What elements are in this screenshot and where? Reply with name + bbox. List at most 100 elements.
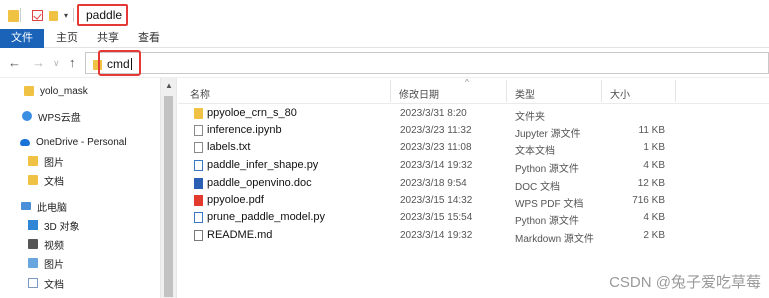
column-divider[interactable] bbox=[601, 80, 602, 102]
new-folder-icon[interactable] bbox=[49, 11, 58, 21]
word-file-icon bbox=[194, 178, 203, 189]
file-type: Jupyter 源文件 bbox=[515, 129, 581, 140]
sidebar-item-onedrive-documents[interactable]: 文档 bbox=[28, 171, 64, 189]
pictures-icon bbox=[28, 258, 38, 268]
address-bar[interactable] bbox=[85, 52, 769, 74]
folder-icon bbox=[28, 156, 38, 166]
file-type: Markdown 源文件 bbox=[515, 234, 594, 245]
file-size: 11 KB bbox=[638, 125, 666, 136]
sidebar-item-3d-objects[interactable]: 3D 对象 bbox=[28, 216, 80, 234]
folder-icon bbox=[28, 175, 38, 185]
file-type: Python 源文件 bbox=[515, 216, 579, 227]
toolbar-separator bbox=[73, 8, 74, 22]
sidebar-item-onedrive-pictures[interactable]: 图片 bbox=[28, 152, 64, 170]
file-type: DOC 文档 bbox=[515, 182, 560, 193]
file-row[interactable]: inference.ipynb 2023/3/23 11:32 Jupyter … bbox=[178, 123, 769, 140]
file-size: 4 KB bbox=[643, 212, 665, 223]
file-name: paddle_infer_shape.py bbox=[207, 159, 319, 171]
file-date: 2023/3/15 15:54 bbox=[400, 212, 473, 223]
file-row[interactable]: prune_paddle_model.py 2023/3/15 15:54 Py… bbox=[178, 210, 769, 227]
sidebar-item-documents[interactable]: 文档 bbox=[28, 274, 64, 292]
sidebar-item-label: 文档 bbox=[44, 176, 64, 188]
sidebar-item-label: 此电脑 bbox=[37, 202, 67, 214]
file-row[interactable]: labels.txt 2023/3/23 11:08 文本文档 1 KB bbox=[178, 140, 769, 157]
sidebar-item-label: yolo_mask bbox=[40, 85, 88, 97]
sidebar-item-label: 3D 对象 bbox=[44, 221, 80, 233]
sidebar-item-label: OneDrive - Personal bbox=[36, 136, 127, 148]
column-header-name[interactable]: 名称 bbox=[190, 86, 210, 101]
file-type: 文本文档 bbox=[515, 146, 555, 157]
column-header-type[interactable]: 类型 bbox=[515, 86, 535, 101]
file-name: prune_paddle_model.py bbox=[207, 211, 326, 223]
pdf-file-icon bbox=[194, 195, 203, 206]
tab-home[interactable]: 主页 bbox=[52, 29, 82, 48]
forward-arrow-icon[interactable]: → bbox=[32, 55, 45, 70]
scroll-up-arrow-icon[interactable]: ▲ bbox=[165, 81, 173, 90]
sidebar-item-label: WPS云盘 bbox=[38, 112, 81, 124]
file-row[interactable]: README.md 2023/3/14 19:32 Markdown 源文件 2… bbox=[178, 228, 769, 245]
column-divider[interactable] bbox=[675, 80, 676, 102]
file-date: 2023/3/15 14:32 bbox=[400, 195, 473, 206]
onedrive-icon bbox=[20, 138, 30, 146]
recent-locations-chevron-icon[interactable]: ∨ bbox=[53, 58, 60, 69]
wps-cloud-icon bbox=[22, 111, 32, 121]
title-bar: ▾ paddle bbox=[0, 0, 769, 30]
up-arrow-icon[interactable]: ↑ bbox=[69, 55, 76, 70]
column-header-date[interactable]: 修改日期 bbox=[399, 86, 439, 101]
file-type: WPS PDF 文档 bbox=[515, 199, 584, 210]
file-name: ppyoloe_crn_s_80 bbox=[207, 107, 297, 119]
navigation-pane: yolo_mask WPS云盘 OneDrive - Personal 图片 文… bbox=[0, 78, 175, 298]
file-name: labels.txt bbox=[207, 141, 251, 153]
notebook-file-icon bbox=[194, 125, 203, 136]
column-divider[interactable] bbox=[506, 80, 507, 102]
sidebar-item-pictures[interactable]: 图片 bbox=[28, 254, 64, 272]
properties-check-icon[interactable] bbox=[32, 10, 43, 21]
file-row[interactable]: ppyoloe_crn_s_80 2023/3/31 8:20 文件夹 bbox=[178, 106, 769, 123]
tab-view[interactable]: 查看 bbox=[134, 29, 164, 48]
address-input-value: cmd bbox=[107, 57, 130, 71]
toolbar-separator bbox=[20, 8, 21, 22]
address-input[interactable]: cmd bbox=[107, 57, 132, 71]
column-divider[interactable] bbox=[390, 80, 391, 102]
python-file-icon bbox=[194, 212, 203, 223]
file-row[interactable]: paddle_infer_shape.py 2023/3/14 19:32 Py… bbox=[178, 158, 769, 175]
sidebar-item-label: 图片 bbox=[44, 157, 64, 169]
back-arrow-icon[interactable]: ← bbox=[8, 55, 21, 70]
pc-icon bbox=[21, 202, 31, 210]
file-date: 2023/3/14 19:32 bbox=[400, 230, 473, 241]
file-size: 2 KB bbox=[643, 230, 665, 241]
scrollbar-thumb[interactable] bbox=[164, 96, 173, 297]
file-name: README.md bbox=[207, 229, 273, 241]
python-file-icon bbox=[194, 160, 203, 171]
quick-access-dropdown-icon[interactable]: ▾ bbox=[64, 11, 68, 20]
file-name: ppyoloe.pdf bbox=[207, 194, 264, 206]
folder-icon bbox=[194, 108, 203, 119]
documents-icon bbox=[28, 278, 38, 288]
sidebar-item-this-pc[interactable]: 此电脑 bbox=[21, 197, 67, 215]
file-row[interactable]: paddle_openvino.doc 2023/3/18 9:54 DOC 文… bbox=[178, 176, 769, 193]
tab-share[interactable]: 共享 bbox=[93, 29, 123, 48]
window-title: paddle bbox=[86, 8, 123, 22]
sidebar-item-videos[interactable]: 视频 bbox=[28, 235, 64, 253]
folder-icon bbox=[24, 86, 34, 96]
file-type: Python 源文件 bbox=[515, 164, 579, 175]
3d-objects-icon bbox=[28, 220, 38, 230]
sidebar-item-wps-cloud[interactable]: WPS云盘 bbox=[22, 107, 81, 125]
sidebar-item-yolo-mask[interactable]: yolo_mask bbox=[24, 82, 88, 100]
sidebar-scrollbar[interactable]: ▲ bbox=[160, 78, 176, 298]
file-date: 2023/3/18 9:54 bbox=[400, 178, 467, 189]
column-header-size[interactable]: 大小 bbox=[610, 86, 630, 101]
sidebar-item-label: 文档 bbox=[44, 279, 64, 291]
navigation-bar: ← → ∨ ↑ cmd bbox=[0, 48, 769, 78]
file-size: 716 KB bbox=[632, 195, 665, 206]
folder-icon bbox=[8, 10, 19, 22]
file-size: 1 KB bbox=[643, 142, 665, 153]
pane-divider[interactable] bbox=[176, 78, 177, 298]
sidebar-item-onedrive[interactable]: OneDrive - Personal bbox=[20, 133, 127, 151]
sort-ascending-icon: ^ bbox=[465, 78, 469, 87]
file-date: 2023/3/31 8:20 bbox=[400, 108, 467, 119]
tab-file[interactable]: 文件 bbox=[0, 29, 44, 48]
file-row[interactable]: ppyoloe.pdf 2023/3/15 14:32 WPS PDF 文档 7… bbox=[178, 193, 769, 210]
file-date: 2023/3/23 11:32 bbox=[400, 125, 472, 136]
video-icon bbox=[28, 239, 38, 249]
